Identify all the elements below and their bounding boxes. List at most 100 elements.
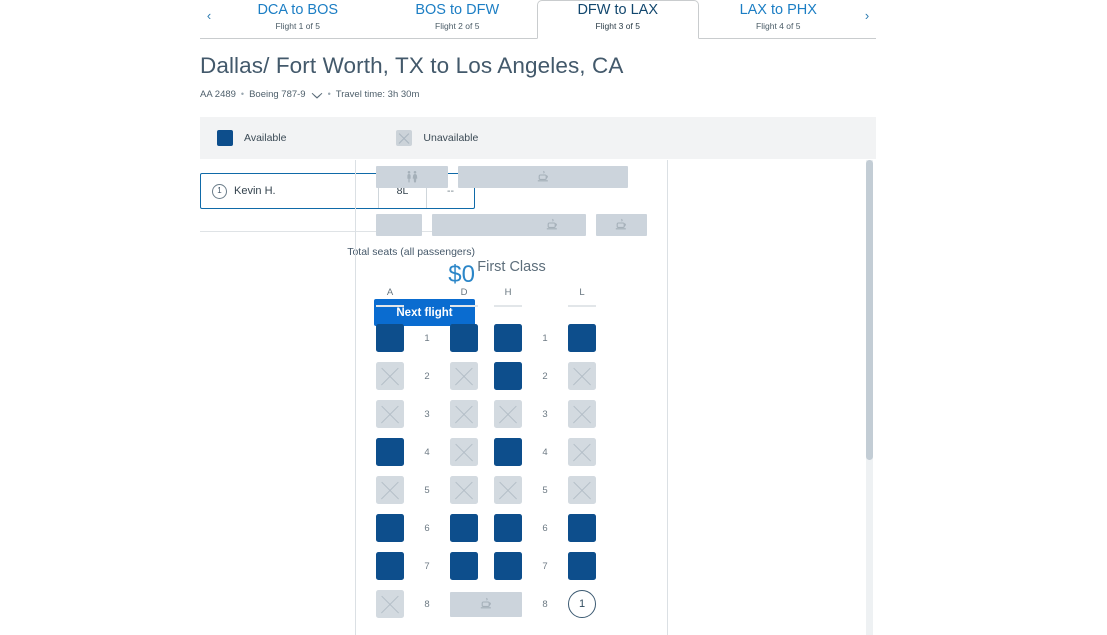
travel-time: Travel time: 3h 30m	[335, 89, 420, 100]
seat-6D[interactable]	[450, 514, 478, 542]
seat-7A[interactable]	[376, 552, 404, 580]
seat-map-inner: First Class ADHL 11223344556677881	[356, 160, 667, 623]
unavailable-swatch-icon	[396, 130, 413, 146]
passenger-name-cell: 1 Kevin H.	[201, 174, 378, 208]
seat-5H-unavailable	[494, 476, 522, 504]
flight-tab-dca-to-bos[interactable]: DCA to BOS Flight 1 of 5	[218, 0, 378, 38]
seat-1A[interactable]	[376, 324, 404, 352]
next-flight-arrow[interactable]: ›	[858, 0, 876, 38]
passenger-index-badge: 1	[212, 183, 227, 199]
flight-tab-lax-to-phx[interactable]: LAX to PHX Flight 4 of 5	[699, 0, 859, 38]
seat-row-number-right: 3	[542, 408, 548, 420]
flight-tab-title: LAX to PHX	[739, 1, 817, 18]
seat-row: 33	[376, 395, 647, 433]
flight-details: AA 2489 • Boeing 787-9 • Travel time: 3h…	[200, 88, 876, 101]
page-title: Dallas/ Fort Worth, TX to Los Angeles, C…	[200, 53, 624, 78]
seat-row-number-left: 1	[424, 332, 430, 344]
seat-6H[interactable]	[494, 514, 522, 542]
facilities-row-top	[356, 166, 667, 188]
seat-column-headers: ADHL	[356, 287, 667, 298]
seat-column-header-D: D	[460, 287, 468, 298]
seat-row-number-right: 5	[542, 484, 548, 496]
seat-selection-page: ‹ DCA to BOS Flight 1 of 5 BOS to DFW Fligh…	[0, 0, 1107, 635]
seat-2D-unavailable	[450, 362, 478, 390]
flight-tabstrip: ‹ DCA to BOS Flight 1 of 5 BOS to DFW Fligh…	[200, 0, 876, 39]
cabin-title: First Class	[477, 259, 546, 275]
galley-block	[432, 214, 587, 236]
flight-tab-title: DCA to BOS	[257, 1, 339, 18]
seat-5L-unavailable	[568, 476, 596, 504]
seat-column-underline	[376, 305, 404, 307]
galley-block	[458, 166, 628, 188]
flight-tab-title: BOS to DFW	[415, 1, 500, 18]
seat-row-number-right: 4	[542, 446, 548, 458]
seat-row-number-left: 6	[424, 522, 430, 534]
facility-block	[376, 214, 423, 236]
seat-column-header-A: A	[386, 287, 394, 298]
seat-4D-unavailable	[450, 438, 478, 466]
seat-row: 55	[376, 471, 647, 509]
seat-3A-unavailable	[376, 400, 404, 428]
flight-tab-subtitle: Flight 1 of 5	[275, 20, 320, 31]
seat-column-underline	[494, 305, 522, 307]
prev-flight-arrow[interactable]: ‹	[200, 0, 218, 38]
seat-2H[interactable]	[494, 362, 522, 390]
seat-column-underlines	[356, 305, 667, 307]
scrollbar-thumb[interactable]	[866, 160, 873, 460]
seat-row: 22	[376, 357, 647, 395]
seat-row-number-left: 5	[424, 484, 430, 496]
seat-7D[interactable]	[450, 552, 478, 580]
flight-number: AA 2489	[200, 89, 236, 100]
flight-tab-subtitle: Flight 4 of 5	[756, 20, 801, 31]
seat-2A-unavailable	[376, 362, 404, 390]
flight-tab-bos-to-dfw[interactable]: BOS to DFW Flight 2 of 5	[378, 0, 538, 38]
seat-column-underline	[450, 305, 478, 307]
seat-8L-selected[interactable]: 1	[568, 590, 596, 618]
seat-legend: Available Unavailable	[200, 117, 876, 159]
seat-row-number-right: 6	[542, 522, 548, 534]
seat-row-number-right: 8	[542, 598, 548, 610]
flight-tab-dfw-to-lax[interactable]: DFW to LAX Flight 3 of 5	[537, 0, 699, 39]
seat-1D[interactable]	[450, 324, 478, 352]
seat-4H[interactable]	[494, 438, 522, 466]
flight-tabs: DCA to BOS Flight 1 of 5 BOS to DFW Flight …	[218, 0, 859, 39]
flight-tab-subtitle: Flight 2 of 5	[435, 20, 480, 31]
wifi-icon	[311, 91, 323, 101]
seat-row: 11	[376, 319, 647, 357]
legend-available: Available	[217, 130, 286, 146]
seat-column-underline	[568, 305, 596, 307]
seat-3D-unavailable	[450, 400, 478, 428]
seat-5A-unavailable	[376, 476, 404, 504]
galley-block	[450, 591, 522, 617]
seat-map-scrollbar[interactable]	[866, 160, 873, 635]
facilities-row-second	[356, 214, 667, 236]
legend-unavailable-label: Unavailable	[423, 132, 479, 144]
seat-7H[interactable]	[494, 552, 522, 580]
seat-row-number-left: 7	[424, 560, 430, 572]
seat-6L[interactable]	[568, 514, 596, 542]
lavatory-block	[376, 166, 448, 188]
seat-row-number-right: 2	[542, 370, 548, 382]
seat-grid: 11223344556677881	[356, 319, 667, 623]
seat-7L[interactable]	[568, 552, 596, 580]
seat-4L-unavailable	[568, 438, 596, 466]
seat-4A[interactable]	[376, 438, 404, 466]
seat-row-number-left: 8	[424, 598, 430, 610]
seat-row-number-right: 1	[542, 332, 548, 344]
seat-3L-unavailable	[568, 400, 596, 428]
seat-row-number-left: 2	[424, 370, 430, 382]
galley-block	[596, 214, 648, 236]
seat-column-header-L: L	[579, 287, 585, 298]
seat-6A[interactable]	[376, 514, 404, 542]
seat-row-number-left: 3	[424, 408, 430, 420]
flight-tab-subtitle: Flight 3 of 5	[595, 21, 640, 31]
seat-1L[interactable]	[568, 324, 596, 352]
seat-column-header-H: H	[504, 287, 512, 298]
seat-map-panel: First Class ADHL 11223344556677881	[355, 160, 668, 635]
seat-1H[interactable]	[494, 324, 522, 352]
